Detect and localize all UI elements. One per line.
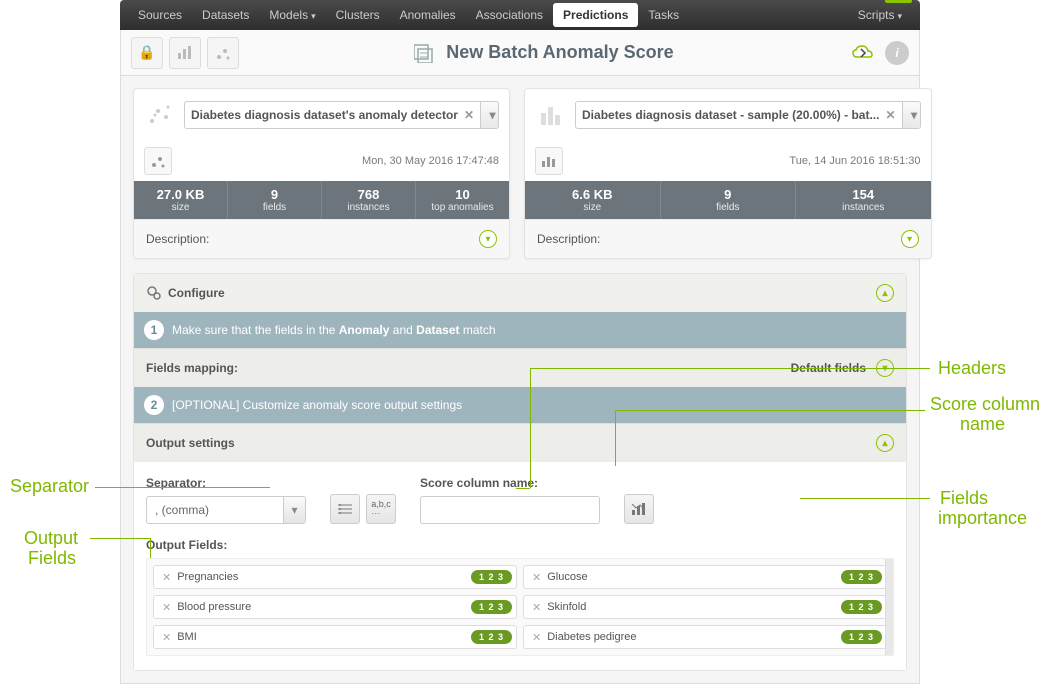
- anomaly-detector-card: Diabetes diagnosis dataset's anomaly det…: [133, 88, 510, 259]
- chevron-down-icon[interactable]: ▾: [480, 102, 498, 128]
- nav-scripts[interactable]: Scripts: [848, 0, 912, 31]
- remove-icon[interactable]: ✕: [528, 631, 545, 644]
- scatter-icon: [144, 99, 176, 131]
- separator-label: Separator:: [146, 476, 306, 490]
- nav-clusters[interactable]: Clusters: [326, 0, 390, 30]
- nav-associations[interactable]: Associations: [466, 0, 553, 30]
- anomaly-description-toggle[interactable]: Description: ▾: [134, 219, 509, 258]
- chart-icon[interactable]: [169, 37, 201, 69]
- nav-anomalies[interactable]: Anomalies: [390, 0, 466, 30]
- callout-score-col-2: name: [960, 414, 1005, 435]
- score-column-label: Score column name:: [420, 476, 600, 490]
- callout-fields-imp-1: Fields: [940, 488, 988, 509]
- callout-fields-imp-2: importance: [938, 508, 1027, 529]
- separator-select[interactable]: , (comma) ▾: [146, 496, 306, 524]
- batch-icon: [414, 43, 438, 63]
- callout-output-fields-2: Fields: [28, 548, 76, 569]
- remove-icon[interactable]: ✕: [158, 571, 175, 584]
- callout-output-fields-1: Output: [24, 528, 78, 549]
- anomaly-stats: 27.0 KBsize 9fields 768instances 10top a…: [134, 181, 509, 219]
- chevron-down-icon[interactable]: ▾: [902, 102, 920, 128]
- fields-mapping-toggle[interactable]: Fields mapping: Default fields ▾: [134, 348, 906, 387]
- output-fields-grid: ✕Pregnancies1 2 3 ✕Glucose1 2 3 ✕Blood p…: [146, 558, 894, 656]
- chevron-down-icon[interactable]: ▾: [283, 497, 305, 523]
- field-chip[interactable]: ✕BMI1 2 3: [153, 625, 517, 649]
- gear-icon: [146, 285, 162, 301]
- dataset-description-toggle[interactable]: Description: ▾: [525, 219, 931, 258]
- chevron-up-icon: ▴: [876, 284, 894, 302]
- field-chip[interactable]: ✕Blood pressure1 2 3: [153, 595, 517, 619]
- nav-datasets[interactable]: Datasets: [192, 0, 259, 30]
- nav-models[interactable]: Models: [259, 0, 325, 31]
- anomaly-icon[interactable]: [207, 37, 239, 69]
- dataset-card: Diabetes diagnosis dataset - sample (20.…: [524, 88, 932, 259]
- anomaly-date: Mon, 30 May 2016 17:47:48: [362, 155, 499, 167]
- nav-sources[interactable]: Sources: [128, 0, 192, 30]
- chevron-down-icon: ▾: [876, 359, 894, 377]
- scrollbar[interactable]: [885, 559, 893, 655]
- nav-tasks[interactable]: Tasks: [638, 0, 689, 30]
- remove-icon[interactable]: ✕: [158, 601, 175, 614]
- clear-icon[interactable]: ✕: [458, 108, 480, 122]
- remove-icon[interactable]: ✕: [528, 571, 545, 584]
- headers-toggle-button[interactable]: a,b,c···: [366, 494, 396, 524]
- dataset-date: Tue, 14 Jun 2016 18:51:30: [789, 155, 920, 167]
- info-icon[interactable]: i: [885, 41, 909, 65]
- callout-separator: Separator: [10, 476, 89, 497]
- bars-icon: [535, 99, 567, 131]
- dataset-select[interactable]: Diabetes diagnosis dataset - sample (20.…: [575, 101, 921, 129]
- new-badge: NEW: [885, 0, 912, 3]
- callout-score-col-1: Score column: [930, 394, 1040, 415]
- score-column-input[interactable]: [420, 496, 600, 524]
- output-fields-label: Output Fields:: [146, 538, 894, 552]
- field-chip[interactable]: ✕Glucose1 2 3: [523, 565, 887, 589]
- step-2-bar: 2 [OPTIONAL] Customize anomaly score out…: [134, 387, 906, 423]
- field-chip[interactable]: ✕Diabetes pedigree1 2 3: [523, 625, 887, 649]
- cloud-action-icon[interactable]: [849, 39, 877, 67]
- field-chip[interactable]: ✕Skinfold1 2 3: [523, 595, 887, 619]
- step-1-bar: 1 Make sure that the fields in the Anoma…: [134, 312, 906, 348]
- chevron-down-icon: ▾: [901, 230, 919, 248]
- nav-predictions[interactable]: Predictions: [553, 3, 638, 27]
- output-settings-toggle[interactable]: Output settings ▴: [134, 423, 906, 462]
- lock-icon[interactable]: 🔒: [131, 37, 163, 69]
- clear-icon[interactable]: ✕: [879, 108, 901, 122]
- navbar: Sources Datasets Models Clusters Anomali…: [120, 0, 920, 30]
- titlebar: 🔒 New Batch Anomaly Score i: [120, 30, 920, 76]
- callout-headers: Headers: [938, 358, 1006, 379]
- configure-toggle[interactable]: Configure ▴: [134, 274, 906, 312]
- page-title: New Batch Anomaly Score: [239, 42, 849, 63]
- remove-icon[interactable]: ✕: [528, 601, 545, 614]
- chevron-up-icon: ▴: [876, 434, 894, 452]
- output-fields-toggle-button[interactable]: [330, 494, 360, 524]
- anomaly-detector-select[interactable]: Diabetes diagnosis dataset's anomaly det…: [184, 101, 499, 129]
- remove-icon[interactable]: ✕: [158, 631, 175, 644]
- field-chip[interactable]: ✕Pregnancies1 2 3: [153, 565, 517, 589]
- fields-importance-button[interactable]: [624, 494, 654, 524]
- anomaly-meta-icon[interactable]: [144, 147, 172, 175]
- dataset-stats: 6.6 KBsize 9fields 154instances: [525, 181, 931, 219]
- chevron-down-icon: ▾: [479, 230, 497, 248]
- dataset-meta-icon[interactable]: [535, 147, 563, 175]
